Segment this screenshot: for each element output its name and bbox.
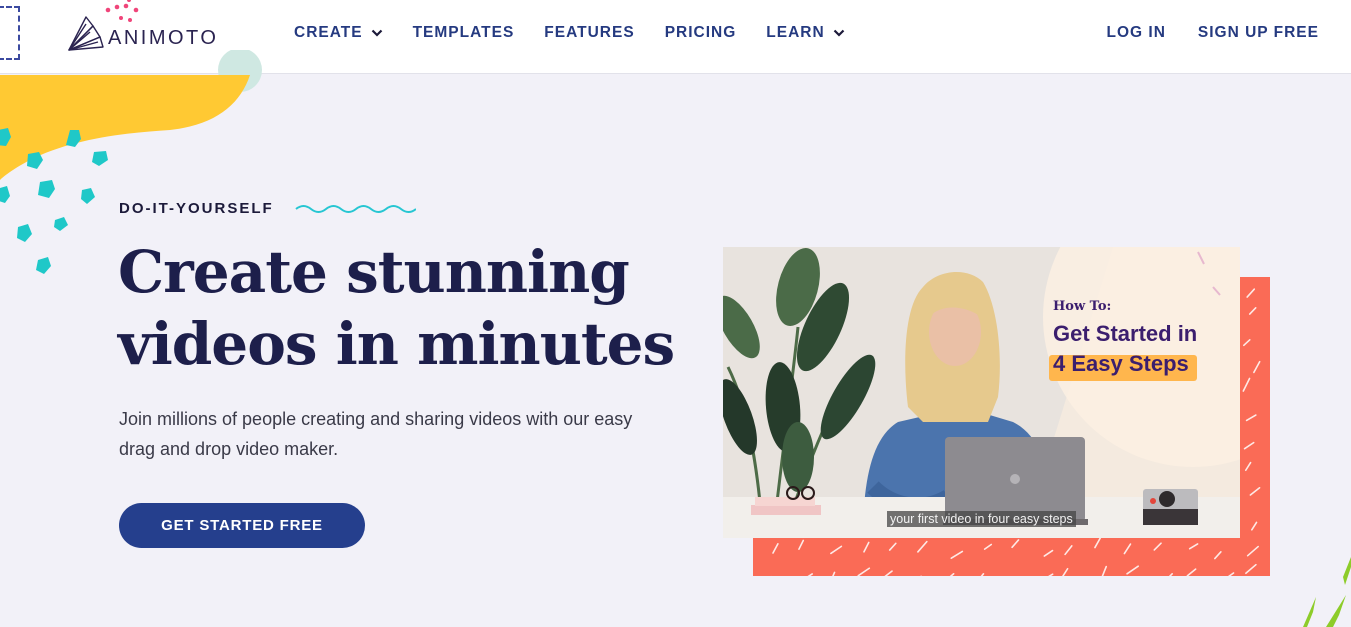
logo-fan-icon xyxy=(68,16,104,51)
feather-mark xyxy=(980,573,985,576)
feather-mark xyxy=(1253,360,1261,374)
nav-templates-label: TEMPLATES xyxy=(412,24,515,41)
feather-mark xyxy=(798,539,805,550)
nav-create[interactable]: CREATE xyxy=(294,24,383,42)
yellow-blob xyxy=(0,75,250,180)
eyebrow-text: DO-IT-YOURSELF xyxy=(119,200,274,217)
overlay-title-line-2: 4 Easy Steps xyxy=(1053,351,1189,376)
polaroid-camera xyxy=(1143,489,1198,525)
feather-mark xyxy=(949,572,955,576)
feather-mark xyxy=(1168,573,1173,576)
headline-line-2: videos in minutes xyxy=(118,310,675,378)
nav-features-label: FEATURES xyxy=(544,24,635,41)
green-leaf-decoration xyxy=(1303,557,1351,627)
feather-mark xyxy=(983,543,993,550)
video-caption: your first video in four easy steps xyxy=(887,511,1076,527)
overlay-kicker: How To: xyxy=(1053,299,1112,314)
chevron-down-icon xyxy=(371,29,382,37)
feather-mark xyxy=(884,570,893,576)
logo-text: ANIMOTO xyxy=(108,26,219,49)
feather-mark xyxy=(1064,545,1073,556)
decorative-dashed-box xyxy=(0,6,20,60)
feather-mark xyxy=(807,573,813,576)
feather-mark xyxy=(830,545,843,555)
feather-mark xyxy=(1243,441,1255,450)
animoto-logo[interactable]: ANIMOTO xyxy=(66,14,218,54)
feather-mark xyxy=(888,542,897,551)
auth-nav: LOG IN SIGN UP FREE xyxy=(1107,24,1320,42)
site-header: ANIMOTO CREATE TEMPLATES FEATURES PRICIN… xyxy=(0,0,1351,74)
feather-mark xyxy=(1227,572,1235,576)
feather-mark xyxy=(1248,306,1257,315)
feather-mark xyxy=(1245,414,1257,422)
feather-mark xyxy=(1188,543,1199,550)
feather-mark xyxy=(1243,339,1251,347)
feather-mark xyxy=(1251,521,1258,531)
feather-mark xyxy=(1062,567,1069,576)
feather-mark xyxy=(863,541,870,553)
signup-link[interactable]: SIGN UP FREE xyxy=(1198,24,1319,42)
feather-mark xyxy=(1101,565,1108,576)
eyebrow: DO-IT-YOURSELF xyxy=(119,200,416,217)
feather-mark xyxy=(772,542,779,554)
feather-mark xyxy=(1011,539,1020,549)
feather-mark xyxy=(1153,542,1162,551)
feather-mark xyxy=(1126,565,1140,575)
hero-subtext: Join millions of people creating and sha… xyxy=(119,409,633,459)
feather-mark xyxy=(917,540,928,553)
feather-mark xyxy=(1043,549,1054,557)
hero-headline: Create stunning videos in minutes xyxy=(118,236,675,380)
feather-mark xyxy=(1242,377,1251,392)
overlay-title-line-2-wrap: 4 Easy Steps xyxy=(1049,351,1197,381)
chevron-down-icon xyxy=(833,29,844,37)
nav-features[interactable]: FEATURES xyxy=(544,24,634,42)
nav-learn-label: LEARN xyxy=(766,24,825,41)
feather-mark xyxy=(1186,568,1197,576)
nav-pricing-label: PRICING xyxy=(664,24,737,41)
wavy-line-icon xyxy=(295,204,416,213)
feather-mark xyxy=(1123,543,1132,555)
nav-templates[interactable]: TEMPLATES xyxy=(413,24,515,42)
get-started-free-button[interactable]: GET STARTED FREE xyxy=(119,503,365,548)
feather-mark xyxy=(1094,537,1102,549)
video-thumbnail xyxy=(723,247,1240,538)
feather-mark xyxy=(1214,551,1222,560)
nav-pricing[interactable]: PRICING xyxy=(665,24,737,42)
nav-create-label: CREATE xyxy=(294,24,363,41)
feather-mark xyxy=(857,567,871,576)
video-player[interactable]: How To: Get Started in 4 Easy Steps your… xyxy=(723,247,1240,538)
main-nav: CREATE TEMPLATES FEATURES PRICING LEARN xyxy=(294,24,845,42)
feather-mark xyxy=(1246,545,1259,557)
feather-mark xyxy=(950,550,964,559)
feather-mark xyxy=(1244,461,1252,472)
feather-mark xyxy=(1246,288,1256,298)
nav-learn[interactable]: LEARN xyxy=(766,24,844,42)
teal-brush-marks xyxy=(0,128,108,274)
overlay-title-line-1: Get Started in xyxy=(1053,321,1198,346)
feather-mark xyxy=(1048,573,1054,576)
feather-mark xyxy=(832,571,836,576)
feather-mark xyxy=(1249,486,1261,496)
headline-line-1: Create stunning xyxy=(118,238,630,306)
feather-mark xyxy=(1245,563,1257,575)
login-link[interactable]: LOG IN xyxy=(1107,24,1166,42)
